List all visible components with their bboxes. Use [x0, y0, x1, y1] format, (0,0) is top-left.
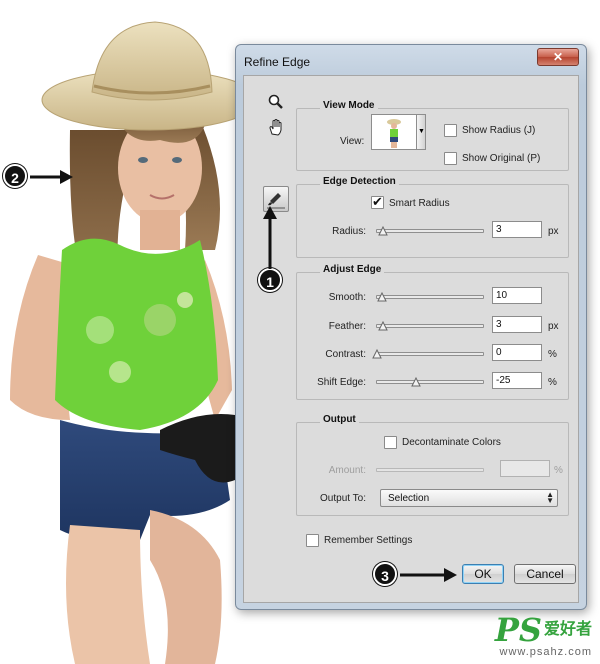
callout-arrow-1 — [263, 206, 277, 269]
feather-slider-thumb[interactable] — [378, 321, 389, 331]
contrast-slider-thumb[interactable] — [372, 349, 382, 359]
refine-edge-dialog: Refine Edge ✕ View Mode View: ▼ Show Rad… — [235, 44, 587, 610]
decontaminate-colors-label: Decontaminate Colors — [402, 437, 501, 448]
contrast-unit: % — [548, 349, 557, 360]
show-original-checkbox[interactable] — [444, 152, 457, 165]
view-mode-title: View Mode — [320, 100, 378, 111]
radius-field[interactable]: 3 — [492, 221, 542, 238]
title-bar[interactable]: Refine Edge ✕ — [236, 45, 586, 75]
output-to-value: Selection — [388, 493, 430, 504]
dialog-title: Refine Edge — [244, 55, 311, 69]
select-arrows-icon: ▲ ▼ — [546, 490, 554, 505]
callout-badge-1: 1 — [258, 268, 282, 292]
output-title: Output — [320, 414, 359, 425]
magnifier-icon[interactable] — [266, 94, 286, 114]
show-radius-label: Show Radius (J) — [462, 125, 536, 136]
smart-radius-checkbox[interactable]: ✔ — [371, 194, 384, 209]
callout-badge-2: 2 — [3, 164, 27, 188]
amount-label: Amount: — [328, 465, 366, 476]
callout-arrow-2 — [30, 170, 73, 184]
tutorial-screenshot: Refine Edge ✕ View Mode View: ▼ Show Rad… — [0, 0, 600, 664]
feather-unit: px — [548, 321, 559, 332]
view-mode-dropdown[interactable]: ▼ — [417, 114, 426, 150]
shift-edge-slider-thumb[interactable] — [411, 377, 422, 387]
view-label: View: — [340, 136, 365, 147]
adjust-edge-title: Adjust Edge — [320, 264, 385, 275]
dialog-body: View Mode View: ▼ Show Radius (J) Show O… — [243, 75, 579, 603]
watermark: PS 爱好者 www.psahz.com — [495, 614, 592, 658]
contrast-slider[interactable] — [372, 349, 484, 359]
view-thumbnail[interactable] — [371, 114, 417, 150]
output-to-label: Output To: — [320, 493, 366, 504]
radius-slider-thumb[interactable] — [378, 226, 389, 236]
watermark-url: www.psahz.com — [499, 646, 592, 658]
radius-unit: px — [548, 226, 559, 237]
smooth-slider[interactable] — [376, 292, 484, 302]
amount-unit: % — [554, 465, 563, 476]
amount-slider[interactable] — [376, 468, 484, 472]
amount-field[interactable] — [500, 460, 550, 477]
shift-edge-unit: % — [548, 377, 557, 388]
remember-settings-checkbox[interactable] — [306, 534, 319, 547]
remember-settings-label: Remember Settings — [324, 535, 413, 546]
shift-edge-slider[interactable] — [376, 377, 484, 387]
callout-arrow-3 — [400, 568, 457, 582]
chevron-down-icon: ▼ — [418, 128, 425, 135]
callout-badge-3: 3 — [373, 562, 397, 586]
show-radius-checkbox[interactable] — [444, 124, 457, 137]
shift-edge-label: Shift Edge: — [317, 377, 366, 388]
cancel-button[interactable]: Cancel — [514, 564, 576, 584]
checkmark-icon: ✔ — [372, 194, 383, 209]
contrast-label: Contrast: — [325, 349, 366, 360]
smooth-field[interactable]: 10 — [492, 287, 542, 304]
close-icon: ✕ — [552, 50, 564, 64]
watermark-cn: 爱好者 — [543, 621, 592, 638]
radius-label: Radius: — [332, 226, 366, 237]
green-tank-top — [55, 238, 218, 430]
edge-detection-title: Edge Detection — [320, 176, 399, 187]
smooth-slider-thumb[interactable] — [377, 292, 388, 302]
watermark-logo: PS — [494, 611, 542, 649]
legs — [66, 525, 150, 664]
feather-label: Feather: — [328, 321, 366, 332]
contrast-field[interactable]: 0 — [492, 344, 542, 361]
feather-field[interactable]: 3 — [492, 316, 542, 333]
ok-button[interactable]: OK — [462, 564, 504, 584]
smooth-label: Smooth: — [328, 292, 366, 303]
radius-slider[interactable] — [376, 226, 484, 236]
hand-icon[interactable] — [266, 118, 286, 138]
feather-slider[interactable] — [376, 321, 484, 331]
output-to-select[interactable]: Selection ▲ ▼ — [380, 489, 558, 507]
shift-edge-field[interactable]: -25 — [492, 372, 542, 389]
close-button[interactable]: ✕ — [537, 48, 579, 66]
show-original-label: Show Original (P) — [462, 153, 541, 164]
smart-radius-label: Smart Radius — [389, 198, 450, 209]
decontaminate-colors-checkbox[interactable] — [384, 436, 397, 449]
